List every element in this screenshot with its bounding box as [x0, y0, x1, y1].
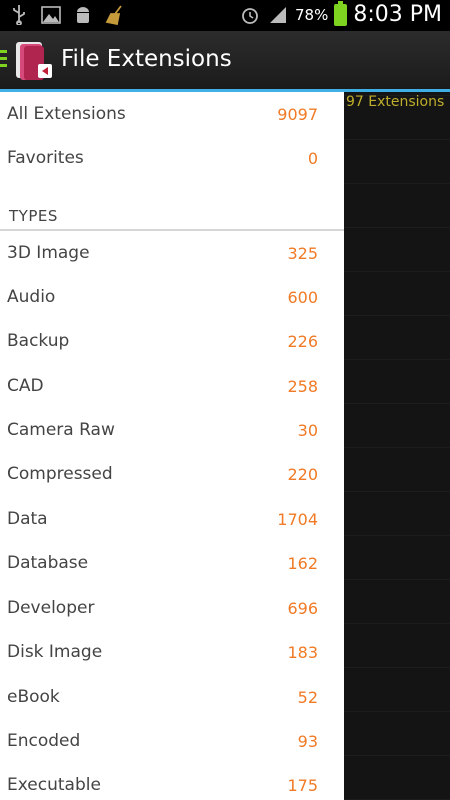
extensions-count-label: 97 Extensions [346, 94, 445, 110]
drawer-item-label: Favorites [7, 148, 84, 168]
status-indicators: 78% 8:03 PM [239, 0, 442, 27]
drawer-item-cad[interactable]: CAD 258 [0, 364, 344, 408]
drawer-indicator-icon[interactable] [0, 50, 7, 72]
drawer-item-camera-raw[interactable]: Camera Raw 30 [0, 408, 344, 452]
status-bar: 78% 8:03 PM [0, 0, 450, 31]
drawer-item-count: 9097 [277, 104, 318, 124]
drawer-item-favorites[interactable]: Favorites 0 [0, 136, 344, 180]
drawer-item-data[interactable]: Data 1704 [0, 497, 344, 541]
drawer-item-label: Data [7, 509, 48, 529]
drawer-item-count: 175 [287, 775, 318, 795]
drawer-item-label: Encoded [7, 731, 81, 751]
drawer-item-count: 696 [287, 598, 318, 618]
drawer-item-3d-image[interactable]: 3D Image 325 [0, 231, 344, 275]
drawer-item-backup[interactable]: Backup 226 [0, 319, 344, 363]
battery-percent: 78% [295, 5, 329, 24]
drawer-item-count: 183 [287, 642, 318, 662]
drawer-item-compressed[interactable]: Compressed 220 [0, 452, 344, 496]
drawer-item-label: All Extensions [7, 104, 126, 124]
section-header-types: TYPES [0, 203, 344, 231]
drawer-item-count: 52 [297, 687, 318, 707]
drawer-item-disk-image[interactable]: Disk Image 183 [0, 630, 344, 674]
drawer-item-label: Camera Raw [7, 420, 115, 440]
drawer-item-count: 162 [287, 553, 318, 573]
drawer-item-label: Compressed [7, 464, 113, 484]
drawer-item-count: 93 [297, 731, 318, 751]
drawer-item-developer[interactable]: Developer 696 [0, 586, 344, 630]
drawer-item-label: eBook [7, 687, 60, 707]
drawer-item-audio[interactable]: Audio 600 [0, 275, 344, 319]
background-list [344, 92, 450, 800]
drawer-item-count: 226 [287, 331, 318, 351]
drawer-item-encoded[interactable]: Encoded 93 [0, 719, 344, 763]
alarm-icon [239, 4, 261, 26]
drawer-item-count: 220 [287, 464, 318, 484]
navigation-drawer: All Extensions 9097 Favorites 0 TYPES 3D… [0, 92, 344, 800]
drawer-item-label: CAD [7, 376, 44, 396]
drawer-item-count: 325 [287, 243, 318, 263]
app-icon[interactable] [14, 40, 54, 82]
drawer-item-count: 0 [307, 148, 318, 168]
app-title: File Extensions [61, 46, 232, 72]
drawer-item-label: Database [7, 553, 89, 573]
drawer-item-label: Disk Image [7, 642, 103, 662]
drawer-item-label: 3D Image [7, 243, 90, 263]
drawer-item-executable[interactable]: Executable 175 [0, 763, 344, 800]
broom-icon [104, 4, 126, 26]
drawer-item-label: Audio [7, 287, 56, 307]
section-title: TYPES [9, 207, 58, 225]
drawer-item-count: 258 [287, 376, 318, 396]
image-icon [40, 4, 62, 26]
action-bar: File Extensions [0, 31, 450, 89]
clock: 8:03 PM [353, 2, 442, 27]
drawer-item-label: Executable [7, 775, 101, 795]
drawer-item-count: 1704 [277, 509, 318, 529]
drawer-item-count: 30 [297, 420, 318, 440]
drawer-item-all-extensions[interactable]: All Extensions 9097 [0, 92, 344, 136]
signal-icon [267, 4, 289, 26]
battery-charging-icon [334, 0, 348, 26]
android-icon [72, 4, 94, 26]
drawer-item-count: 600 [287, 287, 318, 307]
drawer-item-ebook[interactable]: eBook 52 [0, 675, 344, 719]
usb-icon [8, 4, 30, 26]
drawer-item-database[interactable]: Database 162 [0, 541, 344, 585]
drawer-item-label: Developer [7, 598, 95, 618]
notification-icons [8, 4, 126, 26]
drawer-item-label: Backup [7, 331, 70, 351]
